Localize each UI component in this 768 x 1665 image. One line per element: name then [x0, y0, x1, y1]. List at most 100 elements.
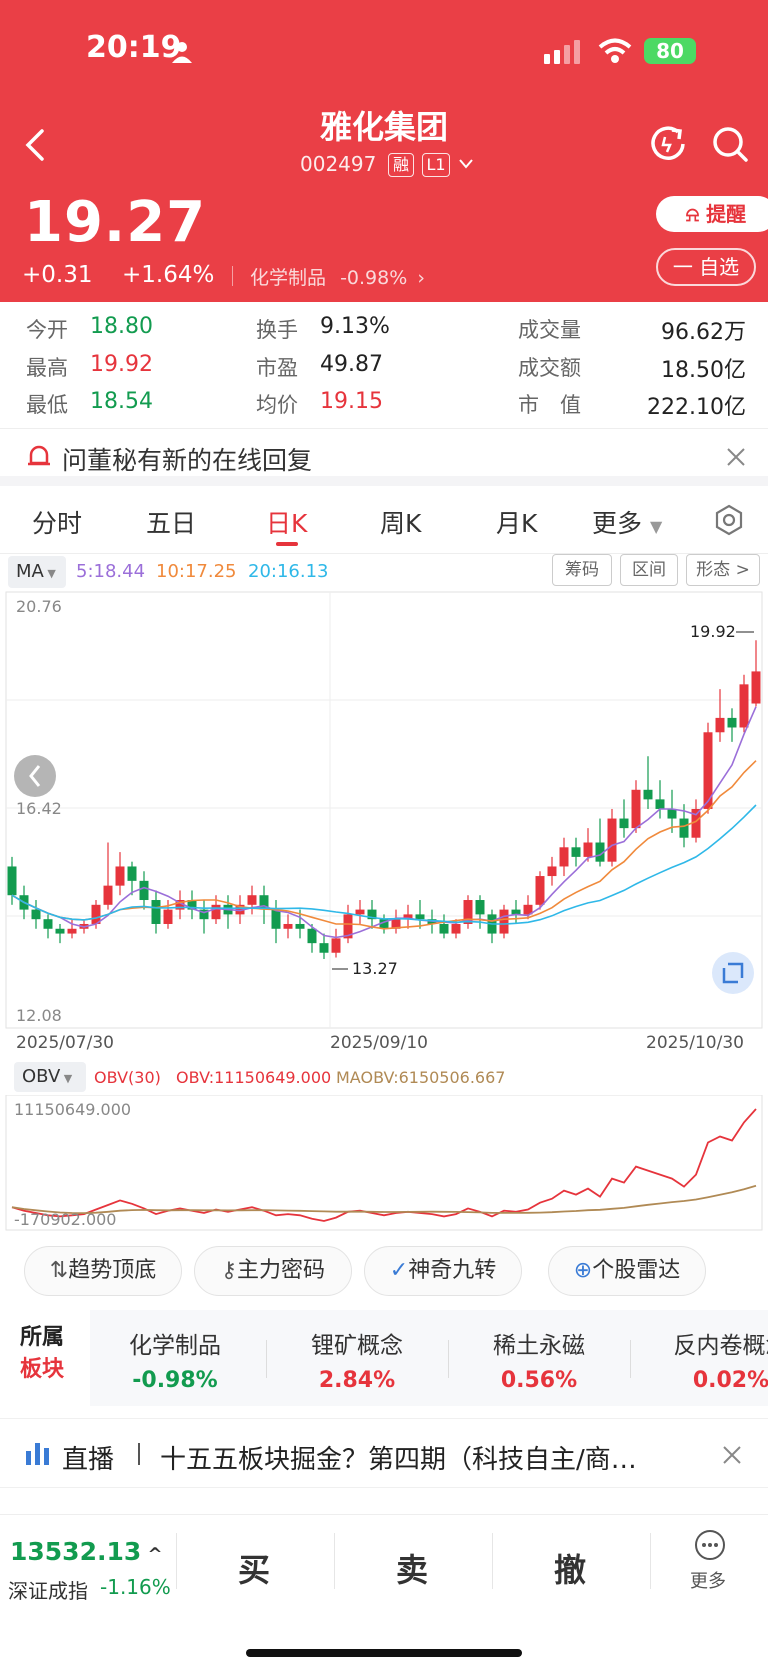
candle: [475, 900, 485, 915]
sector-card[interactable]: 稀土永磁 0.56%: [454, 1326, 624, 1393]
candle: [547, 866, 557, 877]
candle: [139, 880, 149, 901]
candle: [655, 799, 665, 809]
open-label: 今开: [26, 318, 68, 342]
more-icon[interactable]: [694, 1529, 726, 1561]
divider: [448, 1340, 449, 1378]
index-change: -1.16%: [100, 1575, 171, 1599]
candle: [727, 717, 737, 728]
current-price: 19.27: [24, 190, 207, 255]
obv-top-label: 11150649.000: [14, 1100, 131, 1119]
settings-icon[interactable]: [714, 504, 744, 536]
date-label-end: 2025/10/30: [646, 1033, 744, 1053]
fullscreen-button[interactable]: [712, 952, 754, 994]
ma-selector[interactable]: MA ▼: [8, 556, 66, 588]
low-marker-label: 13.27: [352, 959, 398, 978]
battery-indicator: 80: [644, 38, 696, 64]
stock-radar-button[interactable]: ⊕个股雷达: [548, 1246, 706, 1296]
sector-card[interactable]: 反内卷概念 0.02%: [636, 1326, 768, 1393]
trend-tool-label: 趋势顶底: [68, 1258, 157, 1283]
candle: [679, 818, 689, 838]
close-icon[interactable]: [726, 447, 746, 467]
divider: [232, 266, 233, 286]
index-value[interactable]: 13532.13 ^: [10, 1537, 163, 1566]
bell-icon: [28, 445, 50, 466]
divider: [334, 1533, 335, 1589]
trend-tool-button[interactable]: ⇅趋势顶底: [24, 1246, 182, 1296]
tab-weekly-k[interactable]: 周K: [380, 504, 421, 540]
price-change-pct: +1.64%: [122, 262, 215, 288]
add-watchlist-button[interactable]: 一 自选: [656, 248, 756, 286]
candle: [607, 818, 617, 862]
chevron-down-icon[interactable]: [458, 158, 474, 170]
bottom-trade-bar: 13532.13 ^ 深证成指 -1.16% 买 卖 撤 更多: [0, 1514, 768, 1665]
divider: [630, 1340, 631, 1378]
sector-name: 锂矿概念: [311, 1333, 403, 1359]
tab-monthly-k[interactable]: 月K: [496, 504, 537, 540]
tab-more[interactable]: 更多 ▼: [592, 504, 662, 540]
main-force-label: 主力密码: [237, 1258, 326, 1283]
amount-label: 成交额: [518, 356, 581, 380]
person-icon: [172, 42, 192, 63]
level-tag: L1: [422, 153, 450, 177]
candle: [247, 895, 257, 905]
notice-bar[interactable]: 问董秘有新的在线回复: [0, 428, 768, 486]
ma10-value: 10:17.25: [156, 561, 237, 582]
sector-title-line1: 所属: [20, 1325, 65, 1350]
home-indicator: [246, 1649, 522, 1657]
candle: [439, 923, 449, 934]
tab-daily-k[interactable]: 日K: [266, 504, 307, 540]
sector-card[interactable]: 锂矿概念 2.84%: [272, 1326, 442, 1393]
industry-link[interactable]: 化学制品 -0.98% ›: [250, 263, 425, 290]
volume-label: 成交量: [518, 318, 581, 342]
alert-button[interactable]: ⍾ 提醒: [656, 196, 768, 232]
high-label: 最高: [26, 356, 68, 380]
chips-button[interactable]: 筹码: [552, 554, 612, 586]
low-label: 最低: [26, 393, 68, 417]
cancel-order-button[interactable]: 撤: [510, 1545, 630, 1591]
y-min-label: 12.08: [16, 1006, 62, 1025]
sector-name: 稀土永磁: [493, 1333, 585, 1359]
pattern-button[interactable]: 形态 >: [686, 554, 760, 586]
magic-nine-button[interactable]: ✓神奇九转: [364, 1246, 522, 1296]
stock-radar-label: 个股雷达: [592, 1258, 681, 1283]
date-label-mid: 2025/09/10: [330, 1033, 428, 1053]
chart-back-button[interactable]: [14, 755, 56, 797]
search-icon[interactable]: [710, 124, 750, 164]
industry-change: -0.98%: [340, 267, 408, 289]
tab-indicator: [276, 542, 298, 546]
refresh-icon[interactable]: [648, 124, 688, 164]
sell-button[interactable]: 卖: [352, 1545, 472, 1591]
high-marker-label: 19.92: [690, 622, 736, 641]
notice-text: 问董秘有新的在线回复: [62, 446, 313, 475]
mcap-value: 222.10亿: [647, 395, 746, 420]
sector-card[interactable]: 化学制品 -0.98%: [90, 1326, 260, 1393]
candle: [355, 909, 365, 915]
candle: [319, 943, 329, 953]
obv-chart[interactable]: 11150649.000 -170902.000: [0, 1095, 768, 1235]
sector-name: 反内卷概念: [673, 1333, 768, 1359]
kline-chart[interactable]: 20.76 16.42 12.08 19.92 13.27: [0, 590, 768, 1060]
tab-intraday[interactable]: 分时: [32, 504, 82, 540]
tab-five-day[interactable]: 五日: [146, 504, 196, 540]
caret-down-icon: ▼: [60, 1072, 73, 1085]
caret-down-icon: ▼: [43, 567, 56, 580]
chevron-right-icon: ›: [417, 267, 425, 289]
live-banner[interactable]: 直播 十五五板块掘金？第四期（科技自主/商…: [0, 1418, 768, 1488]
obv-selector[interactable]: OBV ▼: [14, 1062, 86, 1092]
ma10-line: [11, 760, 757, 930]
y-mid-label: 16.42: [16, 799, 62, 818]
divider: [266, 1340, 267, 1378]
range-button[interactable]: 区间: [620, 554, 678, 586]
candle: [631, 789, 641, 829]
main-force-button[interactable]: ⚷主力密码: [194, 1246, 352, 1296]
obv-label: OBV: [22, 1066, 61, 1087]
candle: [67, 928, 77, 934]
sector-pct: 2.84%: [318, 1368, 396, 1393]
low-value: 18.54: [90, 389, 153, 414]
candle: [739, 684, 749, 728]
buy-button[interactable]: 买: [194, 1545, 314, 1591]
margin-tag: 融: [388, 153, 414, 177]
close-icon[interactable]: [722, 1445, 742, 1465]
price-change: +0.31: [22, 262, 93, 288]
